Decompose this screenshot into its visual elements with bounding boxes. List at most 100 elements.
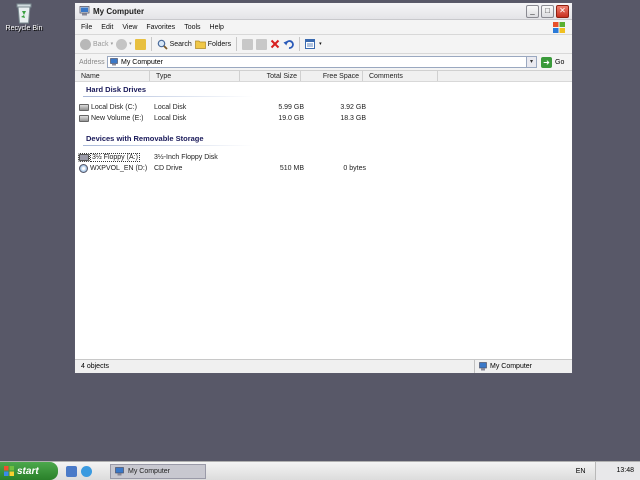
toolbar-separator [236, 37, 238, 51]
my-computer-window: My Computer _ □ ✕ File Edit View Favorit… [74, 2, 573, 374]
list-item[interactable]: Local Disk (C:) Local Disk 5.99 GB 3.92 … [79, 102, 366, 113]
list-item[interactable]: New Volume (E:) Local Disk 19.0 GB 18.3 … [79, 113, 366, 124]
address-value: My Computer [121, 58, 164, 66]
internet-explorer-icon[interactable] [81, 465, 92, 477]
go-arrow-icon: ➜ [541, 56, 552, 68]
column-header-name[interactable]: Name [75, 71, 150, 81]
go-button[interactable]: ➜ Go [541, 56, 565, 68]
language-indicator[interactable]: EN [566, 468, 596, 475]
search-button[interactable]: Search [157, 39, 192, 50]
recycle-bin-icon [14, 2, 34, 24]
taskbar: start My Computer EN 13:48 [0, 461, 640, 480]
menu-file[interactable]: File [81, 24, 92, 31]
status-bar: 4 objects My Computer [75, 359, 572, 373]
drive-name: 3½ Floppy (A:) [90, 153, 140, 162]
views-dropdown-icon: ▾ [319, 41, 322, 47]
title-bar[interactable]: My Computer _ □ ✕ [75, 3, 572, 20]
drive-total-size: 510 MB [279, 165, 304, 172]
drive-name: WXPVOL_EN (D:) [90, 165, 148, 172]
list-item[interactable]: WXPVOL_EN (D:) CD Drive 510 MB 0 bytes [79, 163, 366, 174]
address-field[interactable]: My Computer ▾ [107, 56, 537, 68]
start-label: start [17, 465, 39, 477]
floppy-drive-icon [78, 153, 90, 162]
drive-free-space: 18.3 GB [340, 115, 366, 122]
address-bar: Address My Computer ▾ ➜ Go [75, 54, 572, 71]
menu-view[interactable]: View [122, 24, 137, 31]
my-computer-small-icon [110, 58, 118, 66]
maximize-button[interactable]: □ [541, 4, 554, 18]
my-computer-status-icon [479, 362, 487, 371]
menu-help[interactable]: Help [210, 24, 224, 31]
drive-type: 3½-Inch Floppy Disk [154, 154, 218, 161]
windows-logo-icon [553, 22, 565, 33]
status-object-count: 4 objects [75, 360, 475, 373]
up-folder-button[interactable] [134, 38, 146, 50]
minimize-button[interactable]: _ [526, 4, 539, 18]
menu-favorites[interactable]: Favorites [146, 24, 175, 31]
minimize-icon: _ [530, 6, 535, 15]
close-icon: ✕ [559, 6, 566, 15]
back-dropdown-icon: ▾ [110, 41, 114, 47]
drive-type: CD Drive [154, 165, 183, 172]
show-desktop-icon[interactable] [66, 465, 77, 477]
delete-x-icon [270, 39, 280, 49]
status-location: My Computer [490, 363, 533, 370]
hard-disk-icon [79, 115, 89, 122]
column-header-type[interactable]: Type [150, 71, 240, 81]
drive-type: Local Disk [154, 115, 187, 122]
recycle-bin-desktop-icon[interactable]: Recycle Bin [4, 2, 44, 32]
start-button[interactable]: start [0, 462, 58, 480]
quick-launch [66, 465, 92, 477]
group-removable-storage: Devices with Removable Storage [86, 134, 204, 143]
maximize-icon: □ [545, 6, 550, 15]
folders-button[interactable]: Folders [194, 39, 232, 49]
windows-flag-icon [4, 466, 14, 476]
copy-to-icon [256, 38, 268, 50]
menu-tools[interactable]: Tools [184, 24, 200, 31]
menu-bar: File Edit View Favorites Tools Help [75, 20, 572, 35]
cd-drive-icon [79, 164, 88, 173]
drive-total-size: 19.0 GB [278, 115, 304, 122]
drive-name: New Volume (E:) [91, 115, 144, 122]
forward-arrow-icon [116, 38, 128, 50]
my-computer-task-icon [115, 466, 124, 475]
close-button[interactable]: ✕ [556, 4, 569, 18]
undo-icon [283, 40, 294, 49]
system-tray: EN 13:48 [566, 462, 640, 480]
back-arrow-icon [80, 38, 91, 50]
folders-icon [194, 40, 206, 49]
address-label: Address [79, 58, 105, 66]
back-button[interactable]: Back ▾ [80, 38, 114, 50]
group-divider [83, 96, 253, 97]
views-button[interactable]: ▾ [305, 39, 322, 49]
column-header-comments[interactable]: Comments [363, 71, 438, 81]
go-label: Go [555, 58, 565, 66]
drive-type: Local Disk [154, 104, 187, 111]
hard-disk-icon [79, 104, 89, 111]
column-header-total-size[interactable]: Total Size [240, 71, 301, 81]
clock[interactable]: 13:48 [595, 462, 640, 480]
drive-total-size: 5.99 GB [278, 104, 304, 111]
folders-label: Folders [207, 40, 232, 48]
address-dropdown-icon[interactable]: ▾ [526, 57, 536, 67]
undo-button[interactable] [283, 39, 294, 49]
recycle-bin-label: Recycle Bin [5, 25, 43, 32]
menu-edit[interactable]: Edit [101, 24, 113, 31]
my-computer-icon [79, 6, 90, 16]
toolbar-separator [299, 37, 301, 51]
list-item[interactable]: 3½ Floppy (A:) 3½-Inch Floppy Disk [78, 152, 366, 163]
group-hard-disk-drives: Hard Disk Drives [86, 85, 147, 94]
copy-to-button[interactable] [256, 38, 268, 50]
taskbar-item-my-computer[interactable]: My Computer [110, 463, 206, 479]
standard-toolbar: Back ▾ ▾ Search Folders ▾ [75, 35, 572, 54]
column-header-free-space[interactable]: Free Space [301, 71, 363, 81]
forward-button[interactable]: ▾ [116, 38, 132, 50]
search-label: Search [169, 40, 192, 48]
search-icon [157, 39, 168, 50]
delete-button[interactable] [270, 39, 280, 49]
drive-free-space: 0 bytes [343, 165, 366, 172]
move-to-icon [242, 38, 254, 50]
forward-dropdown-icon: ▾ [129, 41, 132, 47]
move-to-button[interactable] [242, 38, 254, 50]
file-list: Hard Disk Drives Local Disk (C:) Local D… [75, 82, 572, 360]
